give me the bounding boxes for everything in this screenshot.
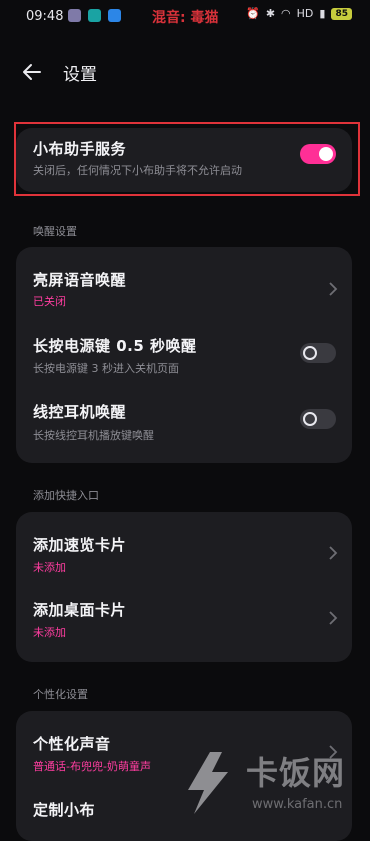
wake-settings-card: 亮屏语音唤醒 已关闭 长按电源键 0.5 秒唤醒 长按电源键 3 秒进入关机页面… (16, 247, 352, 463)
alarm-icon: ⏰ (246, 7, 260, 20)
chevron-right-icon (329, 546, 338, 560)
network-badge: HD (296, 7, 314, 20)
notification-app-icon (68, 9, 81, 22)
toggle-knob (303, 412, 317, 426)
row-status: 普通话-布兜兜-奶萌童声 (33, 760, 151, 773)
page-title: 设置 (63, 65, 97, 85)
row-title: 长按电源键 0.5 秒唤醒 (33, 337, 197, 355)
row-title: 添加速览卡片 (33, 536, 127, 554)
notification-app-icon (108, 9, 121, 22)
watermark-text: 混音: 毒猫 (152, 10, 219, 26)
row-status: 已关闭 (33, 295, 66, 308)
status-icons: ⏰ ✱ ◠ HD ▮ 85 (246, 7, 352, 20)
row-status: 未添加 (33, 561, 66, 574)
row-status: 未添加 (33, 626, 66, 639)
section-label-shortcuts: 添加快捷入口 (33, 489, 99, 502)
row-subtitle: 长按电源键 3 秒进入关机页面 (33, 362, 179, 375)
row-title: 线控耳机唤醒 (33, 403, 127, 421)
row-subtitle: 长按线控耳机播放键唤醒 (33, 429, 154, 442)
row-title: 定制小布 (33, 801, 96, 819)
status-bar: 09:48 混音: 毒猫 ⏰ ✱ ◠ HD ▮ 85 (0, 0, 370, 34)
wake-power-key-row[interactable]: 长按电源键 0.5 秒唤醒 长按电源键 3 秒进入关机页面 (16, 319, 352, 391)
toggle-knob (303, 346, 317, 360)
add-glance-card-row[interactable]: 添加速览卡片 未添加 (16, 512, 352, 584)
watermark-url: www.kafan.cn (252, 797, 343, 812)
headset-wake-toggle[interactable] (300, 409, 336, 429)
power-key-wake-toggle[interactable] (300, 343, 336, 363)
battery-indicator: 85 (331, 7, 352, 20)
row-title: 添加桌面卡片 (33, 601, 127, 619)
shortcuts-card: 添加速览卡片 未添加 添加桌面卡片 未添加 (16, 512, 352, 662)
kafan-logo-icon (188, 752, 228, 814)
wake-wired-headset-row[interactable]: 线控耳机唤醒 长按线控耳机播放键唤醒 (16, 391, 352, 463)
section-label-personalize: 个性化设置 (33, 688, 88, 701)
add-desktop-card-row[interactable]: 添加桌面卡片 未添加 (16, 584, 352, 656)
wake-screen-voice-row[interactable]: 亮屏语音唤醒 已关闭 (16, 247, 352, 319)
highlight-box (14, 122, 360, 196)
row-title: 亮屏语音唤醒 (33, 271, 127, 289)
wifi-icon: ◠ (281, 7, 291, 20)
watermark-brand: 卡饭网 (246, 754, 346, 792)
signal-icon: ▮ (319, 7, 326, 20)
header: 设置 (0, 50, 370, 94)
row-title: 个性化声音 (33, 735, 111, 753)
status-time: 09:48 (26, 9, 64, 24)
bluetooth-icon: ✱ (265, 7, 276, 20)
notification-app-icon (88, 9, 101, 22)
chevron-right-icon (329, 611, 338, 625)
back-arrow-icon[interactable] (20, 60, 44, 84)
section-label-wake: 唤醒设置 (33, 225, 77, 238)
chevron-right-icon (329, 282, 338, 296)
